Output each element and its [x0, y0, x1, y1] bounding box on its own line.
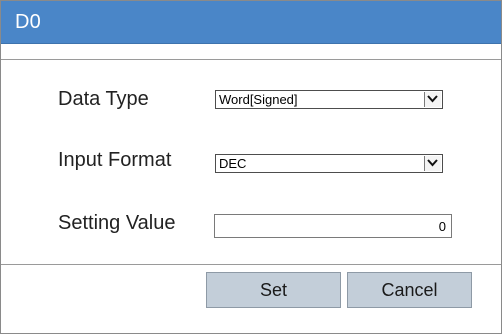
input-format-value: DEC: [219, 156, 247, 171]
setting-value-label: Setting Value: [58, 212, 176, 234]
input-format-select[interactable]: DEC: [215, 154, 443, 173]
dialog-window: D0 Data Type Word[Signed] Input Format D…: [0, 0, 502, 334]
dialog-titlebar[interactable]: D0: [1, 1, 501, 44]
input-format-label: Input Format: [58, 149, 172, 171]
setting-value-text: 0: [438, 219, 446, 234]
set-button[interactable]: Set: [206, 272, 341, 308]
footer-divider: [1, 264, 501, 265]
setting-value-input[interactable]: 0: [214, 214, 452, 238]
data-type-select[interactable]: Word[Signed]: [215, 90, 443, 109]
data-type-value: Word[Signed]: [219, 92, 298, 107]
data-type-label: Data Type: [58, 88, 149, 110]
chevron-down-icon[interactable]: [424, 156, 441, 171]
chevron-down-icon[interactable]: [424, 92, 441, 107]
cancel-button[interactable]: Cancel: [347, 272, 472, 308]
dialog-title: D0: [15, 11, 41, 33]
header-divider: [1, 59, 501, 60]
